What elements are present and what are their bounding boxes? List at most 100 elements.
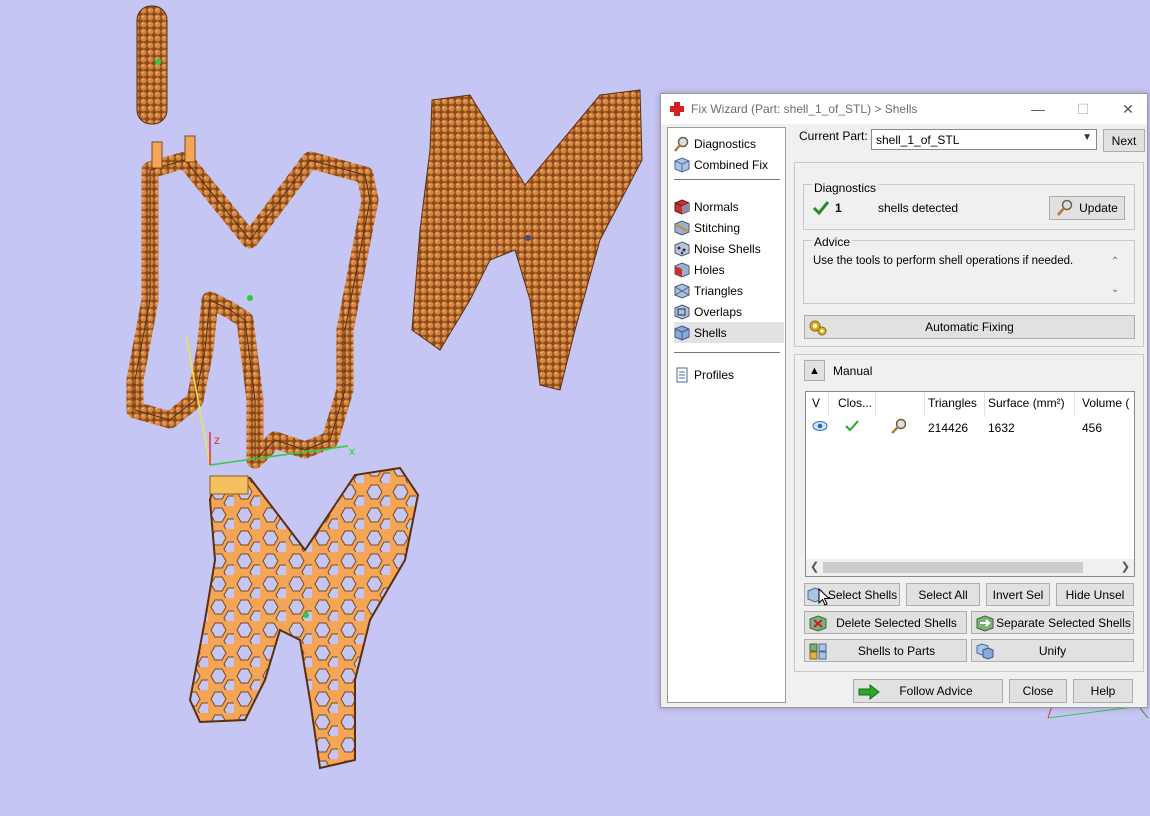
nav-label: Combined Fix (694, 157, 769, 172)
column-separator (984, 392, 985, 416)
column-header[interactable]: Volume ( (1082, 396, 1129, 410)
collapse-manual-button[interactable]: ▲ (804, 360, 825, 381)
document-icon (676, 367, 688, 382)
dialog-titlebar[interactable]: Fix Wizard (Part: shell_1_of_STL) > Shel… (661, 94, 1147, 124)
green-arrow-icon (858, 684, 880, 700)
current-part-select[interactable]: shell_1_of_STL ▼ (871, 129, 1097, 150)
scrollbar-thumb[interactable] (823, 562, 1083, 573)
minimize-button[interactable]: — (1027, 99, 1049, 119)
nav-label: Profiles (694, 367, 735, 382)
volume-cell: 456 (1082, 421, 1103, 435)
follow-advice-button[interactable]: Follow Advice (853, 679, 1003, 703)
axis-x-label: x (349, 444, 355, 458)
nav-label: Holes (694, 262, 725, 277)
delete-selected-shells-button[interactable]: Delete Selected Shells (804, 611, 967, 634)
scroll-right-icon[interactable]: ❯ (1121, 560, 1130, 573)
gears-icon (809, 320, 827, 336)
surface-cell: 1632 (988, 421, 1015, 435)
current-part-label: Current Part: (799, 129, 868, 143)
ring-model (136, 5, 168, 125)
separate-selected-shells-button[interactable]: Separate Selected Shells (971, 611, 1134, 634)
close-window-button[interactable]: ✕ (1117, 99, 1139, 119)
fix-wizard-dialog: Fix Wizard (Part: shell_1_of_STL) > Shel… (660, 93, 1148, 708)
select-all-button[interactable]: Select All (906, 583, 980, 606)
column-header[interactable]: Clos... (838, 396, 872, 410)
dialog-title: Fix Wizard (Part: shell_1_of_STL) > Shel… (691, 102, 918, 116)
double-chevron-up-icon: ▲ (809, 364, 820, 377)
nav-item-stitching[interactable]: Stitching (674, 217, 784, 238)
cube-icon (674, 156, 690, 173)
nav-item-diagnostics[interactable]: Diagnostics (674, 133, 784, 154)
automatic-fixing-label: Automatic Fixing (925, 320, 1014, 334)
unify-button[interactable]: Unify (971, 639, 1134, 662)
hide-unsel-button[interactable]: Hide Unsel (1056, 583, 1134, 606)
magnifier-icon (1057, 199, 1073, 216)
follow-advice-label: Follow Advice (899, 684, 973, 698)
select-all-label: Select All (918, 587, 968, 602)
update-button[interactable]: Update (1049, 196, 1125, 220)
nav-label: Shells (694, 325, 727, 340)
diagnostics-heading: Diagnostics (812, 181, 879, 195)
advice-text: Use the tools to perform shell operation… (813, 255, 1074, 267)
normals-cube-icon (674, 198, 690, 215)
nav-label: Overlaps (694, 304, 743, 319)
magnifier-icon[interactable] (890, 418, 908, 434)
nav-separator (674, 352, 780, 353)
maximize-button[interactable]: ☐ (1072, 99, 1094, 119)
column-header[interactable]: Triangles (928, 396, 977, 410)
axis-z-label: z (214, 433, 220, 447)
manual-label: Manual (833, 364, 873, 378)
scroll-down-icon[interactable]: ⌄ (1111, 284, 1119, 295)
next-label: Next (1111, 133, 1137, 148)
automatic-fixing-button[interactable]: Automatic Fixing (804, 315, 1135, 339)
mouse-cursor-icon (818, 588, 830, 606)
column-separator (1074, 392, 1075, 416)
scroll-left-icon[interactable]: ❮ (810, 560, 819, 573)
shells-table[interactable]: V Clos... Triangles Surface (mm²) Volume… (805, 391, 1135, 577)
select-shells-label: Select Shells (827, 587, 898, 602)
advice-heading: Advice (812, 235, 853, 249)
next-button[interactable]: Next (1103, 129, 1145, 152)
checkmark-icon (812, 201, 830, 216)
shells-to-parts-label: Shells to Parts (857, 643, 936, 658)
invert-sel-button[interactable]: Invert Sel (986, 583, 1050, 606)
shells-to-parts-button[interactable]: Shells to Parts (804, 639, 967, 662)
column-separator (924, 392, 925, 416)
nav-item-holes[interactable]: Holes (674, 259, 784, 280)
nav-label: Stitching (694, 220, 741, 235)
close-button[interactable]: Close (1009, 679, 1067, 703)
nav-separator (674, 179, 780, 180)
column-separator (828, 392, 829, 416)
separate-shell-icon (976, 615, 994, 632)
triangles-cube-icon (674, 282, 690, 299)
outline-pendant-model (126, 135, 379, 469)
nav-label: Diagnostics (694, 136, 757, 151)
current-part-value: shell_1_of_STL (876, 133, 960, 147)
nav-item-noise-shells[interactable]: Noise Shells (674, 238, 784, 259)
eye-icon[interactable] (812, 420, 828, 432)
delete-shell-icon (809, 615, 827, 632)
nav-item-overlaps[interactable]: Overlaps (674, 301, 784, 322)
advice-textbox[interactable]: Use the tools to perform shell operation… (809, 251, 1125, 299)
triangles-cell: 214426 (928, 421, 969, 435)
help-button[interactable]: Help (1073, 679, 1133, 703)
column-header[interactable]: V (812, 396, 820, 410)
hex-mesh-pendant-model (188, 466, 420, 770)
scroll-up-icon[interactable]: ⌃ (1111, 256, 1119, 267)
shell-count: 1 (835, 201, 842, 215)
nav-label: Normals (694, 199, 739, 214)
nav-item-combined-fix[interactable]: Combined Fix (674, 154, 784, 175)
nav-item-triangles[interactable]: Triangles (674, 280, 784, 301)
separate-selected-label: Separate Selected Shells (996, 615, 1131, 630)
nav-item-shells[interactable]: Shells (674, 322, 784, 343)
horizontal-scrollbar[interactable]: ❮ ❯ (806, 559, 1134, 576)
overlaps-cube-icon (674, 303, 690, 320)
shells-to-parts-icon (809, 643, 827, 660)
column-header[interactable]: Surface (mm²) (988, 396, 1065, 410)
nav-item-normals[interactable]: Normals (674, 196, 784, 217)
update-label: Update (1079, 201, 1118, 215)
column-separator (875, 392, 876, 416)
nav-item-profiles[interactable]: Profiles (674, 364, 784, 385)
hide-unsel-label: Hide Unsel (1065, 587, 1125, 602)
nav-label: Noise Shells (694, 241, 761, 256)
